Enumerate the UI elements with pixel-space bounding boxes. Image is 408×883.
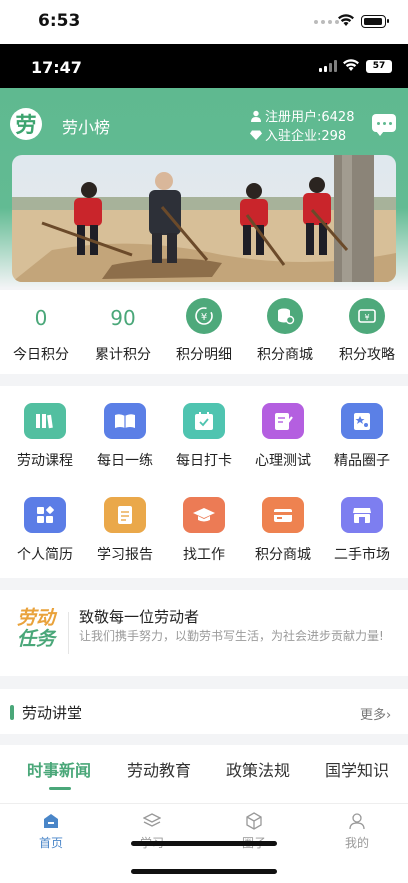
tab-labor-education[interactable]: 劳动教育 — [127, 757, 191, 781]
find-job-button[interactable]: 找工作 — [164, 497, 244, 564]
study-report-label: 学习报告 — [97, 547, 153, 563]
resume-button[interactable]: 个人简历 — [5, 497, 85, 564]
study-report-button[interactable]: 学习报告 — [85, 497, 165, 564]
tab-policy-regulations[interactable]: 政策法规 — [226, 757, 290, 781]
profile-card-icon — [341, 403, 383, 439]
today-points-value: 0 — [34, 306, 48, 330]
labor-task-logo-line1: 劳动 — [17, 607, 56, 629]
person-icon — [347, 811, 367, 831]
resume-label: 个人简历 — [17, 547, 73, 563]
signal-dots-icon — [314, 20, 339, 24]
total-points-value: 90 — [110, 306, 136, 330]
app-clock: 17:47 — [31, 58, 82, 77]
calendar-check-icon — [183, 403, 225, 439]
more-link[interactable]: 更多› — [360, 704, 391, 723]
labor-task-description: 让我们携手努力，以勤劳书写生活，为社会进步贡献力量! — [79, 629, 384, 643]
points-detail-label: 积分明细 — [176, 347, 232, 363]
daily-checkin-label: 每日打卡 — [176, 453, 232, 469]
daily-practice-button[interactable]: 每日一练 — [85, 403, 165, 470]
message-icon[interactable] — [372, 114, 396, 136]
today-points[interactable]: 0 今日积分 — [0, 290, 82, 363]
app-logo: 劳 — [10, 108, 42, 140]
graduation-cap-icon — [183, 497, 225, 533]
edit-note-icon — [262, 403, 304, 439]
yen-cycle-icon: ¥ — [186, 298, 222, 334]
cellular-signal-icon — [319, 60, 337, 72]
svg-text:¥: ¥ — [364, 313, 369, 322]
wifi-icon — [338, 14, 354, 26]
labor-lecture-title: 劳动讲堂 — [22, 704, 83, 722]
app-name: 劳小榜 — [62, 118, 111, 137]
find-job-label: 找工作 — [183, 547, 225, 563]
open-book-icon — [104, 403, 146, 439]
daily-checkin-button[interactable]: 每日打卡 — [164, 403, 244, 470]
points-guide-label: 积分攻略 — [339, 347, 395, 363]
psych-test-label: 心理测试 — [255, 453, 311, 469]
premium-circle-button[interactable]: 精品圈子 — [322, 403, 402, 470]
enterprise-count: 入驻企业:298 — [250, 125, 346, 144]
points-mall-label: 积分商城 — [257, 347, 313, 363]
labor-task-logo-line2: 任务 — [17, 628, 56, 650]
ios-status-bar: 6:53 — [0, 0, 408, 44]
registered-users-text: 注册用户:6428 — [265, 110, 355, 125]
labor-task-logo: 劳动 任务 — [17, 608, 65, 650]
books-icon — [24, 403, 66, 439]
registered-users: 注册用户:6428 — [250, 106, 354, 125]
secondhand-market-button[interactable]: 二手市场 — [322, 497, 402, 564]
points-detail-button[interactable]: ¥ 积分明细 — [163, 290, 245, 363]
user-icon — [251, 110, 261, 122]
labor-task-title: 致敬每一位劳动者 — [79, 608, 200, 626]
logo-character: 劳 — [15, 113, 37, 137]
total-points-label: 累计积分 — [95, 347, 151, 363]
ticket-icon: ¥ — [349, 298, 385, 334]
battery-level: 57 — [366, 60, 392, 73]
store-card-icon — [262, 497, 304, 533]
coin-stack-icon — [267, 298, 303, 334]
points-summary: 0 今日积分 90 累计积分 ¥ 积分明细 积分商城 ¥ 积分攻略 — [0, 290, 408, 374]
enterprise-count-text: 入驻企业:298 — [265, 129, 347, 144]
apps-icon — [24, 497, 66, 533]
report-icon — [104, 497, 146, 533]
feature-grid: 劳动课程 每日一练 每日打卡 心理测试 精品圈子 个人简历 学习报告 找工作 积… — [0, 386, 408, 578]
nav-mine[interactable]: 我的 — [327, 811, 387, 851]
layers-icon — [142, 811, 162, 831]
points-mall-button[interactable]: 积分商城 — [244, 290, 326, 363]
labor-course-button[interactable]: 劳动课程 — [5, 403, 85, 470]
psych-test-button[interactable]: 心理测试 — [243, 403, 323, 470]
nav-mine-label: 我的 — [344, 836, 369, 850]
labor-course-label: 劳动课程 — [17, 453, 73, 469]
shop-icon — [341, 497, 383, 533]
points-store-button[interactable]: 积分商城 — [243, 497, 323, 564]
wifi-icon — [343, 59, 359, 71]
home-indicator[interactable] — [131, 841, 277, 846]
today-points-label: 今日积分 — [13, 347, 69, 363]
tab-current-news[interactable]: 时事新闻 — [27, 757, 91, 781]
total-points[interactable]: 90 累计积分 — [82, 290, 164, 363]
app-status-bar: 17:47 57 — [0, 44, 408, 88]
secondhand-market-label: 二手市场 — [334, 547, 390, 563]
cube-icon — [244, 811, 264, 831]
labor-lecture-header: 劳动讲堂 更多› — [0, 689, 408, 734]
daily-practice-label: 每日一练 — [97, 453, 153, 469]
battery-icon — [361, 15, 389, 28]
news-tabs: 时事新闻 劳动教育 政策法规 国学知识 — [0, 745, 408, 803]
divider — [68, 612, 69, 654]
banner-image[interactable] — [12, 155, 396, 282]
home-indicator[interactable] — [131, 869, 277, 874]
points-guide-button[interactable]: ¥ 积分攻略 — [326, 290, 408, 363]
nav-home-label: 首页 — [38, 836, 63, 850]
active-tab-indicator — [49, 787, 71, 790]
ios-clock: 6:53 — [38, 11, 81, 31]
svg-text:¥: ¥ — [201, 312, 207, 323]
section-accent-bar — [10, 705, 14, 720]
premium-circle-label: 精品圈子 — [334, 453, 390, 469]
diamond-icon — [250, 130, 262, 140]
tab-chinese-classics[interactable]: 国学知识 — [325, 757, 389, 781]
labor-task-card[interactable]: 劳动 任务 致敬每一位劳动者 让我们携手努力，以勤劳书写生活，为社会进步贡献力量… — [0, 590, 408, 676]
points-store-label: 积分商城 — [255, 547, 311, 563]
tree-planting-photo — [12, 155, 396, 282]
nav-home[interactable]: 首页 — [21, 811, 81, 851]
home-icon — [41, 811, 61, 831]
